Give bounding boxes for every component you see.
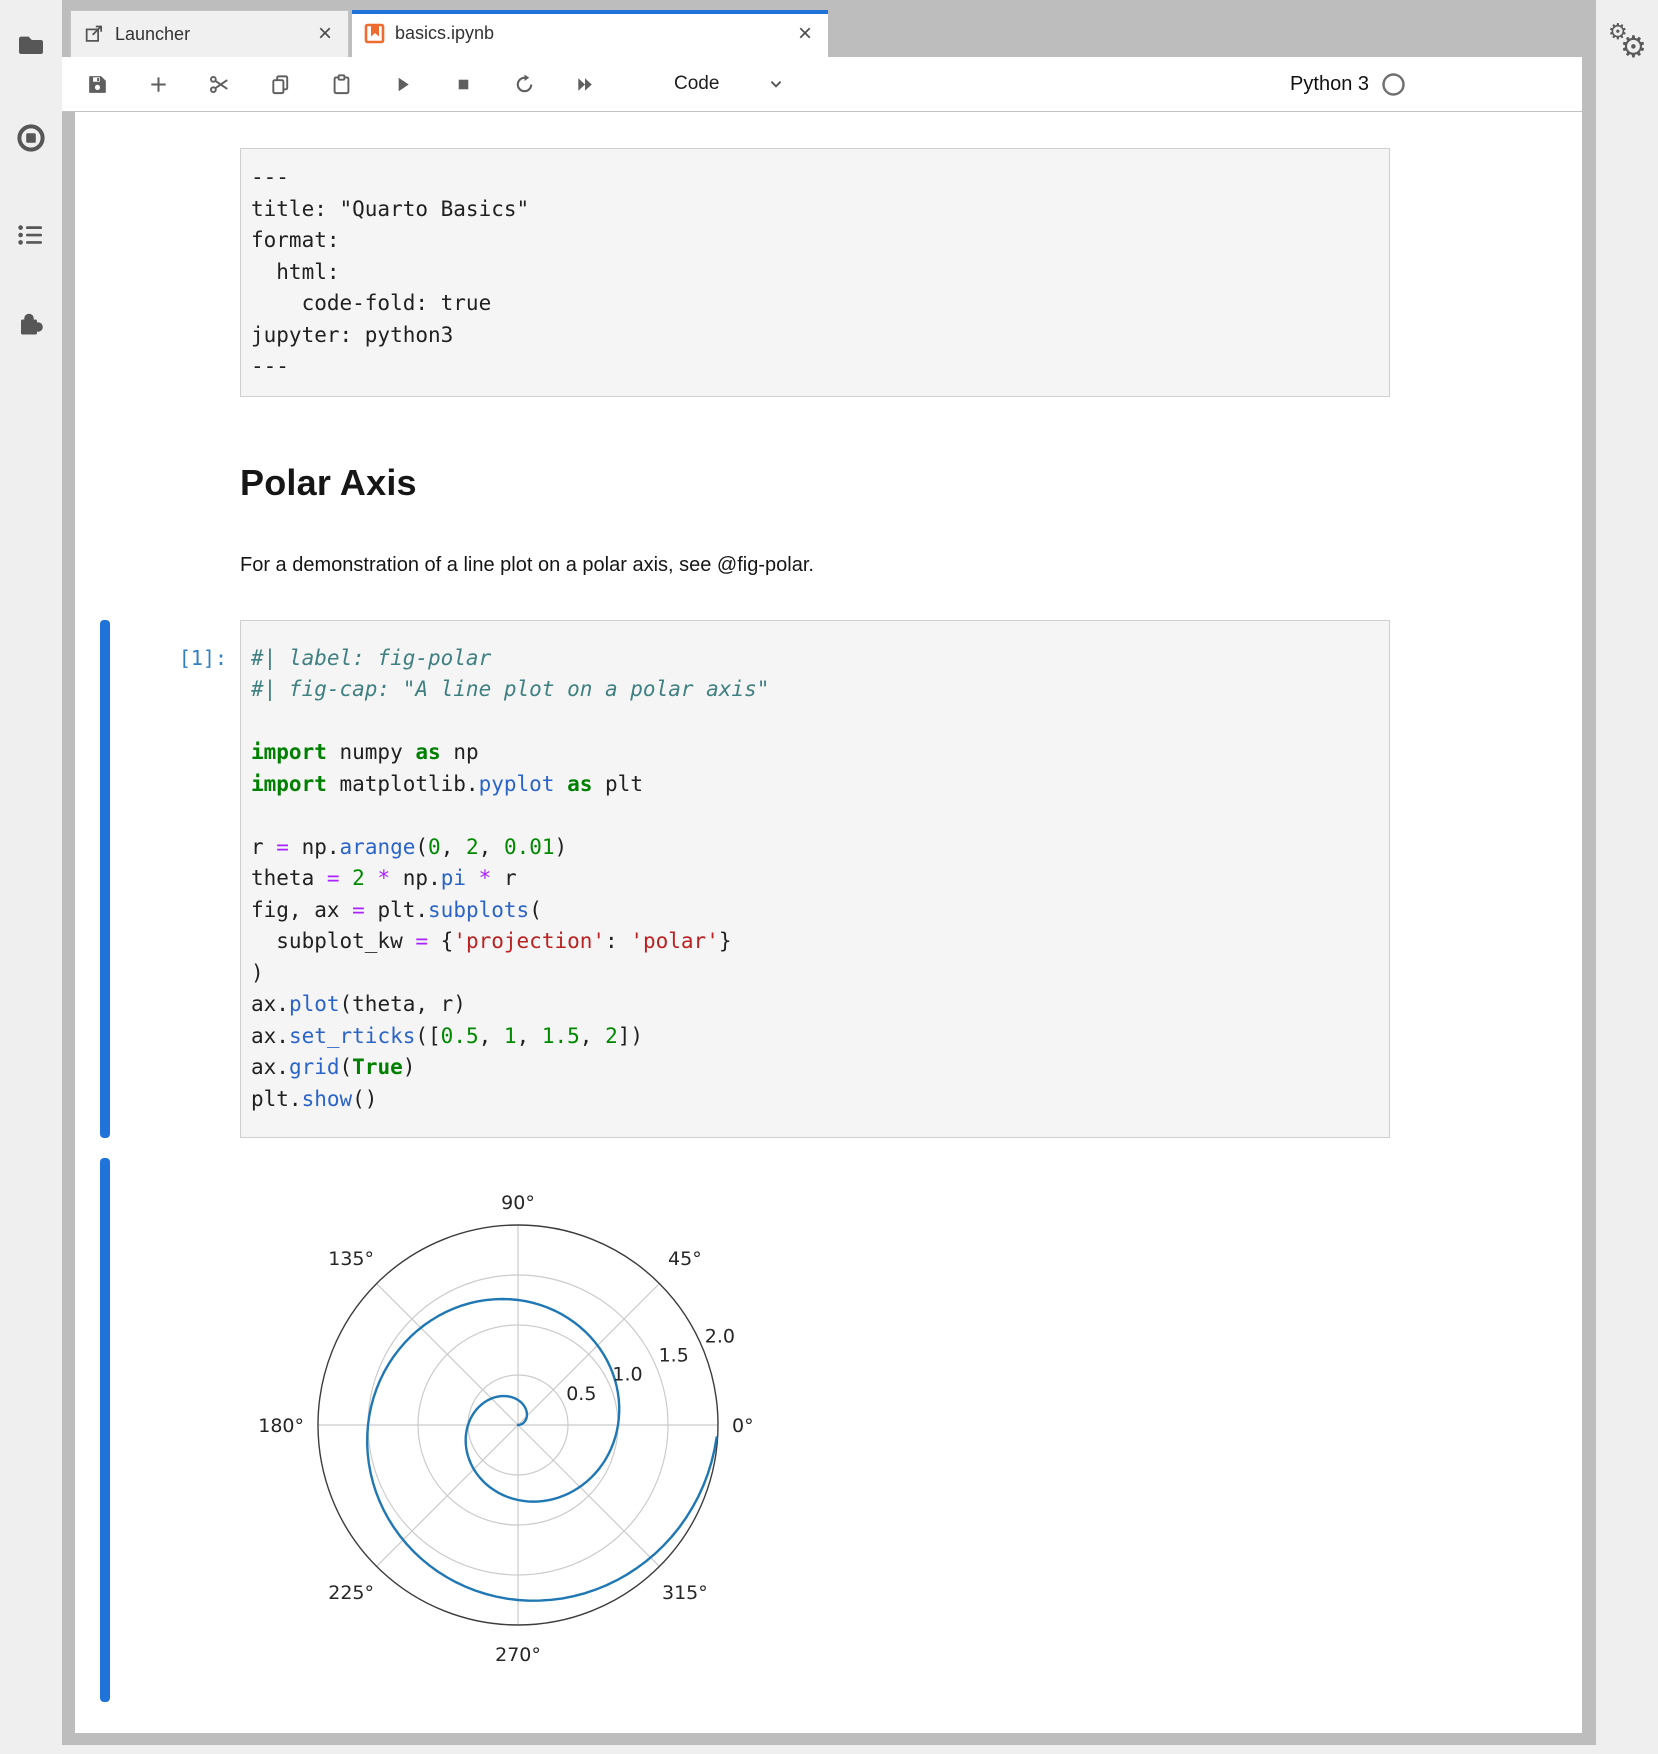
run-cell-button[interactable]: [390, 72, 414, 96]
code-cell-editor[interactable]: #| label: fig-polar#| fig-cap: "A line p…: [240, 620, 1390, 1139]
folder-icon: [16, 30, 46, 60]
notebook-icon: [364, 23, 385, 44]
svg-text:135°: 135°: [328, 1248, 374, 1270]
plus-icon: [147, 73, 170, 96]
svg-text:1.0: 1.0: [612, 1364, 642, 1386]
copy-cells-button[interactable]: [268, 72, 292, 96]
file-browser-icon[interactable]: [15, 29, 47, 61]
tab-notebook-close-icon[interactable]: ×: [796, 22, 814, 46]
chevron-down-icon: [765, 73, 787, 95]
cut-cells-button[interactable]: [207, 72, 231, 96]
raw-cell-gutter: [75, 148, 240, 397]
markdown-paragraph: For a demonstration of a line plot on a …: [240, 551, 1582, 579]
notebook-toolbar: Code Python 3: [62, 57, 1582, 112]
table-of-contents-icon[interactable]: [15, 219, 47, 251]
cell-type-select[interactable]: Code: [674, 73, 787, 95]
raw-cell: --- title: "Quarto Basics" format: html:…: [75, 148, 1582, 397]
tab-launcher-close-icon[interactable]: ×: [316, 22, 334, 46]
input-collapser[interactable]: [100, 620, 110, 1139]
svg-text:315°: 315°: [662, 1582, 708, 1604]
cell-type-value: Code: [674, 73, 719, 95]
paste-cells-button[interactable]: [329, 72, 353, 96]
restart-icon: [513, 73, 536, 96]
output-area: 0° 45° 90° 135° 180° 225° 270° 315° 0.5 1.0 1.5 2.0: [216, 1158, 836, 1718]
launcher-icon: [83, 23, 105, 45]
code-cell: [1]: #| label: fig-polar#| fig-cap: "A l…: [75, 620, 1582, 1139]
markdown-heading: Polar Axis: [240, 461, 1582, 505]
left-activity-bar: [0, 0, 62, 1754]
run-all-button[interactable]: [573, 72, 597, 96]
output-cell: 0° 45° 90° 135° 180° 225° 270° 315° 0.5 1.0 1.5 2.0: [75, 1158, 1582, 1718]
save-button[interactable]: [85, 72, 109, 96]
window-bottom-edge: [0, 1745, 1658, 1754]
markdown-cell[interactable]: Polar Axis For a demonstration of a line…: [240, 461, 1582, 579]
tab-launcher-label: Launcher: [115, 24, 306, 45]
property-inspector-gears-icon[interactable]: ⚙ ⚙: [1606, 24, 1648, 66]
list-icon: [16, 220, 46, 250]
code-cell-gutter: [1]:: [75, 620, 240, 1139]
svg-text:270°: 270°: [495, 1644, 541, 1666]
tab-notebook[interactable]: basics.ipynb ×: [352, 10, 828, 57]
svg-text:2.0: 2.0: [705, 1325, 735, 1347]
stop-icon: [452, 73, 475, 96]
output-collapser[interactable]: [100, 1158, 110, 1702]
tab-notebook-label: basics.ipynb: [395, 23, 786, 44]
raw-cell-editor[interactable]: --- title: "Quarto Basics" format: html:…: [240, 148, 1390, 397]
svg-text:45°: 45°: [668, 1248, 702, 1270]
kernel-status-icon: [1381, 72, 1406, 97]
stop-kernel-button[interactable]: [451, 72, 475, 96]
polar-plot-image: 0° 45° 90° 135° 180° 225° 270° 315° 0.5 1.0 1.5 2.0: [216, 1158, 836, 1718]
save-icon: [86, 73, 109, 96]
insert-cell-button[interactable]: [146, 72, 170, 96]
notebook-scroll-area[interactable]: --- title: "Quarto Basics" format: html:…: [75, 112, 1582, 1733]
clipboard-icon: [330, 73, 353, 96]
running-kernels-icon[interactable]: [15, 122, 47, 154]
svg-text:0°: 0°: [732, 1415, 754, 1437]
kernel-indicator[interactable]: Python 3: [1290, 72, 1406, 97]
run-icon: [391, 73, 414, 96]
svg-text:1.5: 1.5: [659, 1345, 689, 1367]
copy-icon: [269, 73, 292, 96]
scissors-icon: [208, 73, 231, 96]
kernel-name: Python 3: [1290, 73, 1369, 96]
svg-text:0.5: 0.5: [566, 1383, 596, 1405]
svg-text:90°: 90°: [501, 1192, 535, 1214]
main-dock-panel: Launcher × basics.ipynb ×: [62, 0, 1582, 1745]
output-cell-gutter: [75, 1158, 240, 1718]
active-tab-indicator: [352, 10, 828, 14]
fast-forward-icon: [574, 73, 597, 96]
svg-text:180°: 180°: [258, 1415, 304, 1437]
stop-circle-icon: [15, 122, 47, 154]
restart-kernel-button[interactable]: [512, 72, 536, 96]
extensions-icon[interactable]: [15, 308, 47, 340]
puzzle-icon: [15, 308, 47, 340]
svg-text:225°: 225°: [328, 1582, 374, 1604]
right-sidebar-strip: ⚙ ⚙: [1596, 0, 1658, 1754]
tab-launcher[interactable]: Launcher ×: [70, 10, 349, 57]
notebook-panel-frame: --- title: "Quarto Basics" format: html:…: [62, 112, 1582, 1745]
tab-bar: Launcher × basics.ipynb ×: [62, 0, 1582, 57]
